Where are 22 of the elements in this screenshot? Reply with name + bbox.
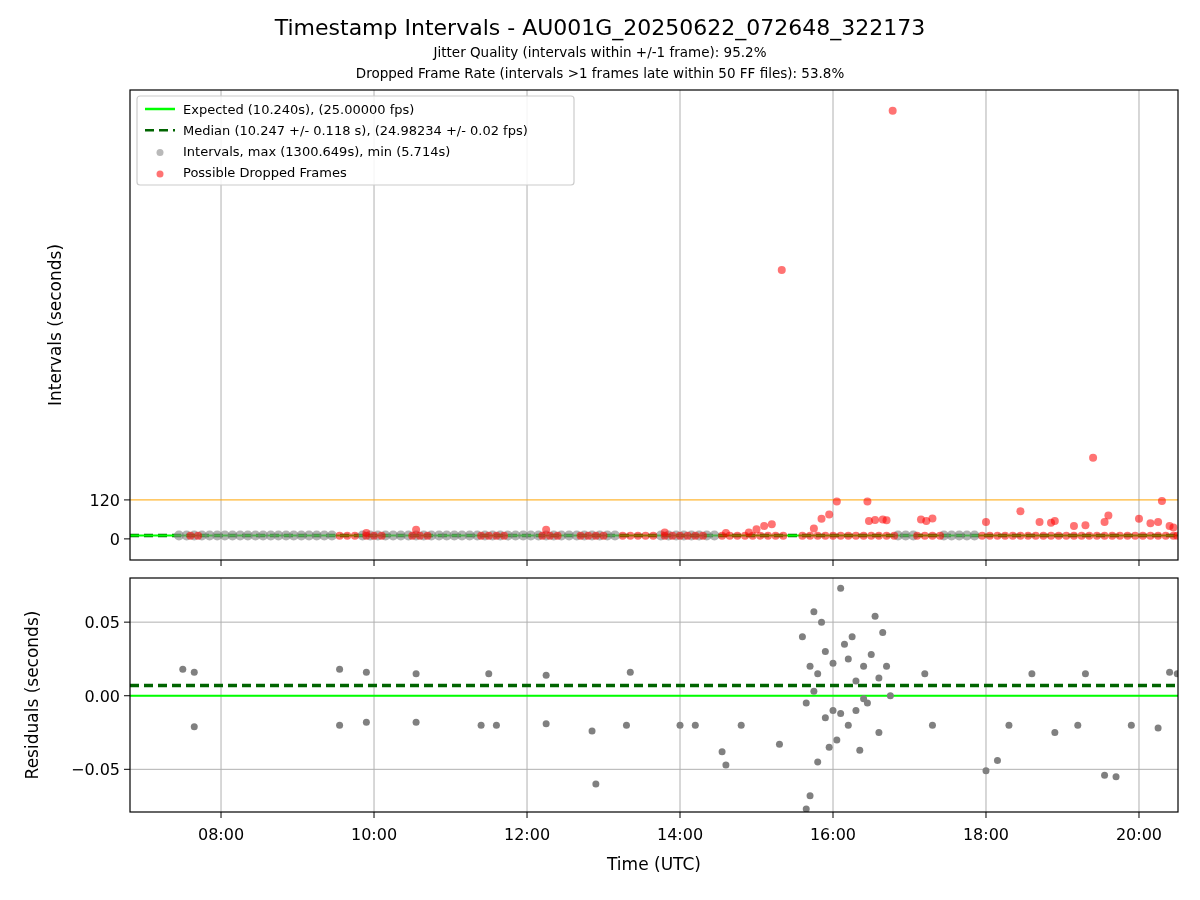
axis-tick-label: 0 <box>109 529 120 549</box>
legend-label: Intervals, max (1300.649s), min (5.714s) <box>183 144 451 160</box>
axis-tick-label: 10:00 <box>350 825 398 844</box>
axis-tick-label: 20:00 <box>1115 825 1163 844</box>
legend-label: Possible Dropped Frames <box>183 165 347 181</box>
axis-tick-label: 14:00 <box>656 825 704 844</box>
chart-subtitle: Jitter Quality (intervals within +/-1 frame): 95.2% <box>433 43 767 62</box>
axis-tick-label: 16:00 <box>809 825 857 844</box>
axis-tick-label: 0.00 <box>84 686 120 706</box>
axis-label: Intervals (seconds) <box>45 243 65 407</box>
legend-label: Expected (10.240s), (25.00000 fps) <box>183 101 415 117</box>
chart-title: Timestamp Intervals - AU001G_20250622_072648_322173 <box>274 14 926 42</box>
axis-tick-label: 08:00 <box>198 825 245 844</box>
axis-tick-label: 18:00 <box>962 825 1010 844</box>
axis-tick-label: 120 <box>89 490 120 510</box>
axis-tick-label: 12:00 <box>503 825 551 844</box>
axis-label: Residuals (seconds) <box>22 610 42 780</box>
axis-label: Time (UTC) <box>607 854 701 874</box>
axis-tick-label: 0.05 <box>84 613 120 633</box>
chart-subtitle: Dropped Frame Rate (intervals >1 frames late within 50 FF files): 53.8% <box>355 64 845 83</box>
axis-tick-label: −0.05 <box>70 760 120 780</box>
legend-label: Median (10.247 +/- 0.118 s), (24.98234 +/- 0.02 fps) <box>183 122 528 138</box>
